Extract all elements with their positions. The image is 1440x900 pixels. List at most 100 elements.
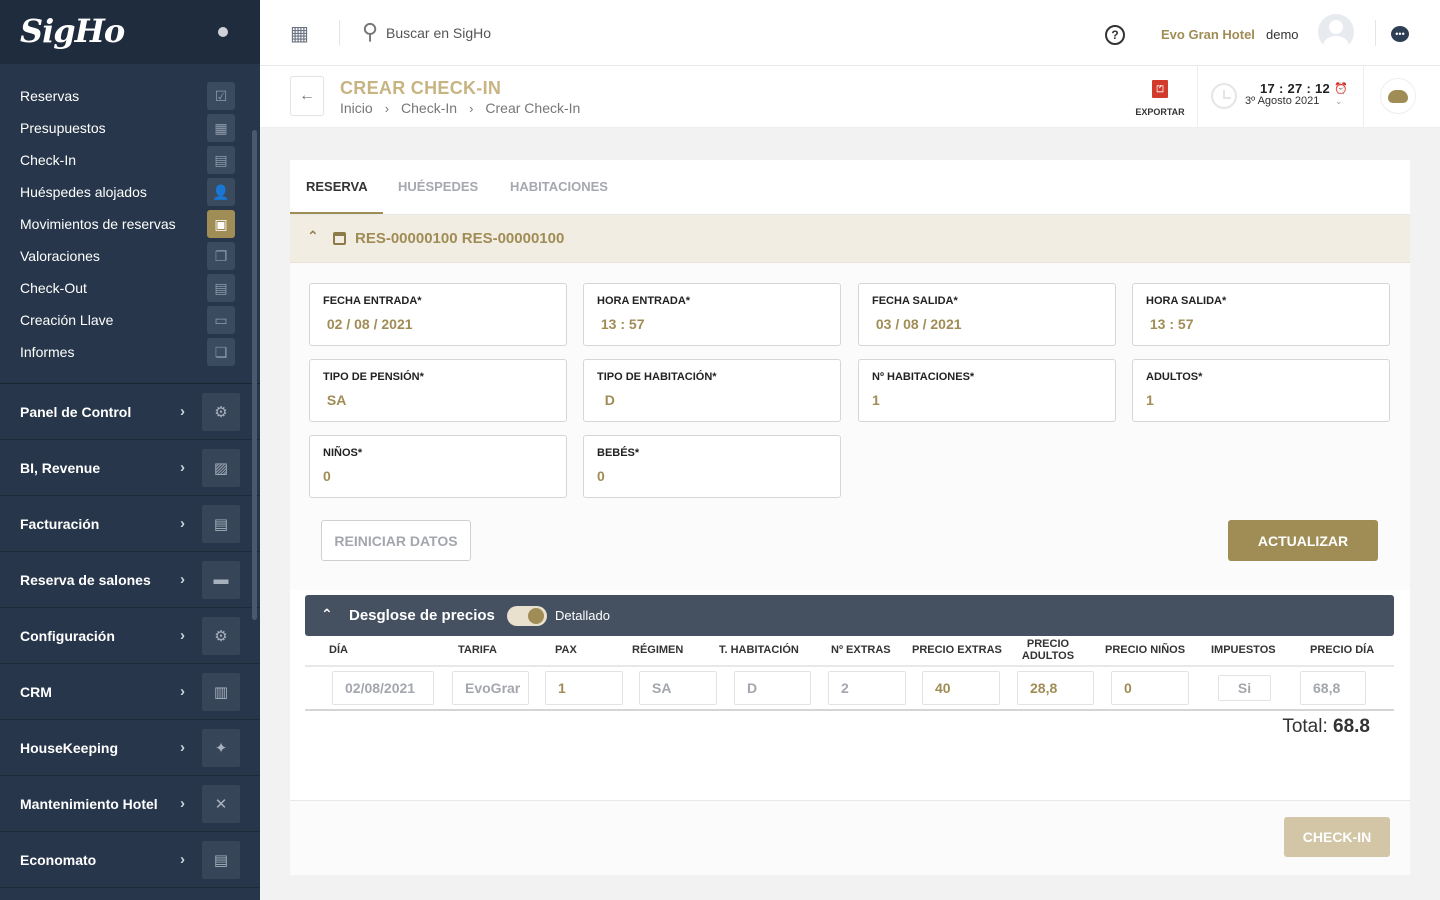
chevron-up-icon[interactable]: ⌃: [307, 228, 319, 245]
search-input[interactable]: [386, 20, 686, 46]
sidebar-section-economato[interactable]: Economato › ▤: [0, 832, 260, 888]
tipo-pension-select[interactable]: [323, 392, 553, 408]
fecha-entrada-input[interactable]: [323, 316, 553, 332]
price-breakdown-title: Desglose de precios: [349, 607, 495, 624]
adultos-field[interactable]: ADULTOS*: [1132, 359, 1390, 422]
cell-impuestos[interactable]: Si: [1218, 675, 1271, 701]
adultos-input[interactable]: [1146, 392, 1376, 408]
hora-salida-input[interactable]: [1146, 316, 1376, 332]
cell-precio-adultos[interactable]: 28,8: [1017, 671, 1094, 705]
hora-salida-field[interactable]: HORA SALIDA*: [1132, 283, 1390, 346]
sidebar-item-valoraciones[interactable]: Valoraciones ❐: [0, 240, 260, 272]
check-in-button[interactable]: CHECK-IN: [1284, 817, 1390, 857]
logo[interactable]: SigHo: [20, 12, 125, 50]
num-habitaciones-field[interactable]: Nº HABITACIONES*: [858, 359, 1116, 422]
tipo-habitacion-select[interactable]: [597, 392, 827, 408]
ninos-field[interactable]: NIÑOS*: [309, 435, 567, 498]
current-date: 3º Agosto 2021: [1245, 95, 1320, 107]
tab-huespedes[interactable]: HUÉSPEDES: [398, 179, 478, 194]
breadcrumb-item-crear-check-in: Crear Check-In: [485, 100, 581, 116]
help-icon[interactable]: ?: [1105, 25, 1125, 45]
avatar[interactable]: [1318, 14, 1354, 50]
table-row-divider: [305, 709, 1394, 711]
cell-tarifa[interactable]: EvoGrar: [452, 671, 529, 705]
user-name[interactable]: demo: [1266, 27, 1299, 42]
sidebar-section-facturacion[interactable]: Facturación › ▤: [0, 496, 260, 552]
clock-icon: [1211, 83, 1237, 109]
cell-precio-ninos[interactable]: 0: [1111, 671, 1189, 705]
num-habitaciones-input[interactable]: [872, 392, 1102, 408]
sidebar-section-configuracion[interactable]: Configuración › ⚙: [0, 608, 260, 664]
fecha-salida-input[interactable]: [872, 316, 1102, 332]
sidebar-scrollbar[interactable]: [252, 130, 257, 620]
tipo-pension-field[interactable]: TIPO DE PENSIÓN*: [309, 359, 567, 422]
chevron-up-icon[interactable]: ⌃: [321, 606, 333, 623]
fecha-salida-field[interactable]: FECHA SALIDA*: [858, 283, 1116, 346]
hora-entrada-input[interactable]: [597, 316, 827, 332]
bebes-field[interactable]: BEBÉS*: [583, 435, 841, 498]
sidebar-item-check-in[interactable]: Check-In ▤: [0, 144, 260, 176]
detailed-toggle-label: Detallado: [555, 608, 610, 623]
divider: [1363, 66, 1364, 128]
column-header-pax: PAX: [555, 644, 577, 656]
reset-data-button[interactable]: REINICIAR DATOS: [321, 520, 471, 561]
cell-pax[interactable]: 1: [545, 671, 623, 705]
sidebar-item-informes[interactable]: Informes ❏: [0, 336, 260, 368]
tipo-habitacion-field[interactable]: TIPO DE HABITACIÓN*: [583, 359, 841, 422]
sidebar-item-reservas[interactable]: Reservas ☑: [0, 80, 260, 112]
tabs: RESERVA HUÉSPEDES HABITACIONES: [290, 160, 1410, 215]
detailed-toggle[interactable]: [507, 606, 547, 626]
column-header-dia: DÍA: [329, 644, 348, 656]
pdf-icon: ⏍: [1152, 80, 1168, 98]
cell-num-extras[interactable]: 2: [828, 671, 906, 705]
chat-icon[interactable]: •••: [1391, 26, 1409, 42]
active-tab-indicator: [290, 212, 383, 214]
field-label: ADULTOS*: [1146, 371, 1203, 383]
sidebar-item-creacion-llave[interactable]: Creación Llave ▭: [0, 304, 260, 336]
sidebar-item-check-out[interactable]: Check-Out ▤: [0, 272, 260, 304]
dashboard-grid-icon[interactable]: ▦: [290, 24, 309, 44]
breadcrumb-item-check-in[interactable]: Check-In: [401, 100, 457, 116]
alarm-icon[interactable]: ⏰: [1334, 82, 1348, 95]
sidebar-section-bi-revenue[interactable]: BI, Revenue › ▨: [0, 440, 260, 496]
sidebar-item-huespedes-alojados[interactable]: Huéspedes alojados 👤: [0, 176, 260, 208]
hora-entrada-field[interactable]: HORA ENTRADA*: [583, 283, 841, 346]
quick-access-menu: Reservas ☑ Presupuestos ▦ Check-In ▤ Huéspe…: [0, 64, 260, 384]
checkin-icon: ▤: [207, 146, 235, 174]
chevron-right-icon: ›: [180, 683, 185, 700]
sidebar-section-label: Mantenimiento Hotel: [20, 795, 158, 812]
chevron-right-icon: ›: [384, 100, 390, 116]
update-button[interactable]: ACTUALIZAR: [1228, 520, 1378, 561]
sidebar-section-reserva-de-salones[interactable]: Reserva de salones › ▬: [0, 552, 260, 608]
hotel-selector[interactable]: Evo Gran Hotel: [1161, 27, 1255, 42]
breadcrumb-item-inicio[interactable]: Inicio: [340, 100, 373, 116]
sidebar-item-label: Huéspedes alojados: [20, 184, 147, 200]
ninos-input[interactable]: [323, 468, 553, 484]
chevron-down-icon[interactable]: ⌄: [1335, 96, 1343, 107]
sidebar-section-panel-de-control[interactable]: Panel de Control › ⚙: [0, 384, 260, 440]
sidebar-toggle-dot[interactable]: [218, 27, 228, 37]
bebes-input[interactable]: [597, 468, 827, 484]
tab-reserva[interactable]: RESERVA: [306, 179, 368, 194]
sidebar-section-mantenimiento-hotel[interactable]: Mantenimiento Hotel › ✕: [0, 776, 260, 832]
guests-icon: 👤: [207, 178, 235, 206]
tab-habitaciones[interactable]: HABITACIONES: [510, 179, 608, 194]
sidebar-section-crm[interactable]: CRM › ▥: [0, 664, 260, 720]
cell-precio-extras[interactable]: 40: [922, 671, 1000, 705]
sidebar-section-housekeeping[interactable]: HouseKeeping › ✦: [0, 720, 260, 776]
cell-precio-dia[interactable]: 68,8: [1300, 671, 1366, 705]
sidebar-item-movimientos-de-reservas[interactable]: Movimientos de reservas ▣: [0, 208, 260, 240]
reservation-panel-header[interactable]: ⌃ RES-00000100 RES-00000100: [290, 215, 1410, 263]
export-label: EXPORTAR: [1135, 107, 1185, 117]
sidebar-item-presupuestos[interactable]: Presupuestos ▦: [0, 112, 260, 144]
cell-dia[interactable]: 02/08/2021: [332, 671, 434, 705]
total-summary: Total: 68.8: [1190, 716, 1370, 738]
cell-regimen[interactable]: SA: [639, 671, 717, 705]
back-button[interactable]: ←: [290, 76, 324, 116]
sidebar-section-label: Economato: [20, 851, 97, 868]
price-breakdown-header[interactable]: ⌃ Desglose de precios Detallado: [305, 595, 1394, 636]
weather-widget[interactable]: [1380, 78, 1416, 114]
cell-tipo-habitacion[interactable]: D: [734, 671, 811, 705]
fecha-entrada-field[interactable]: FECHA ENTRADA*: [309, 283, 567, 346]
export-button[interactable]: ⏍ EXPORTAR: [1130, 80, 1190, 117]
